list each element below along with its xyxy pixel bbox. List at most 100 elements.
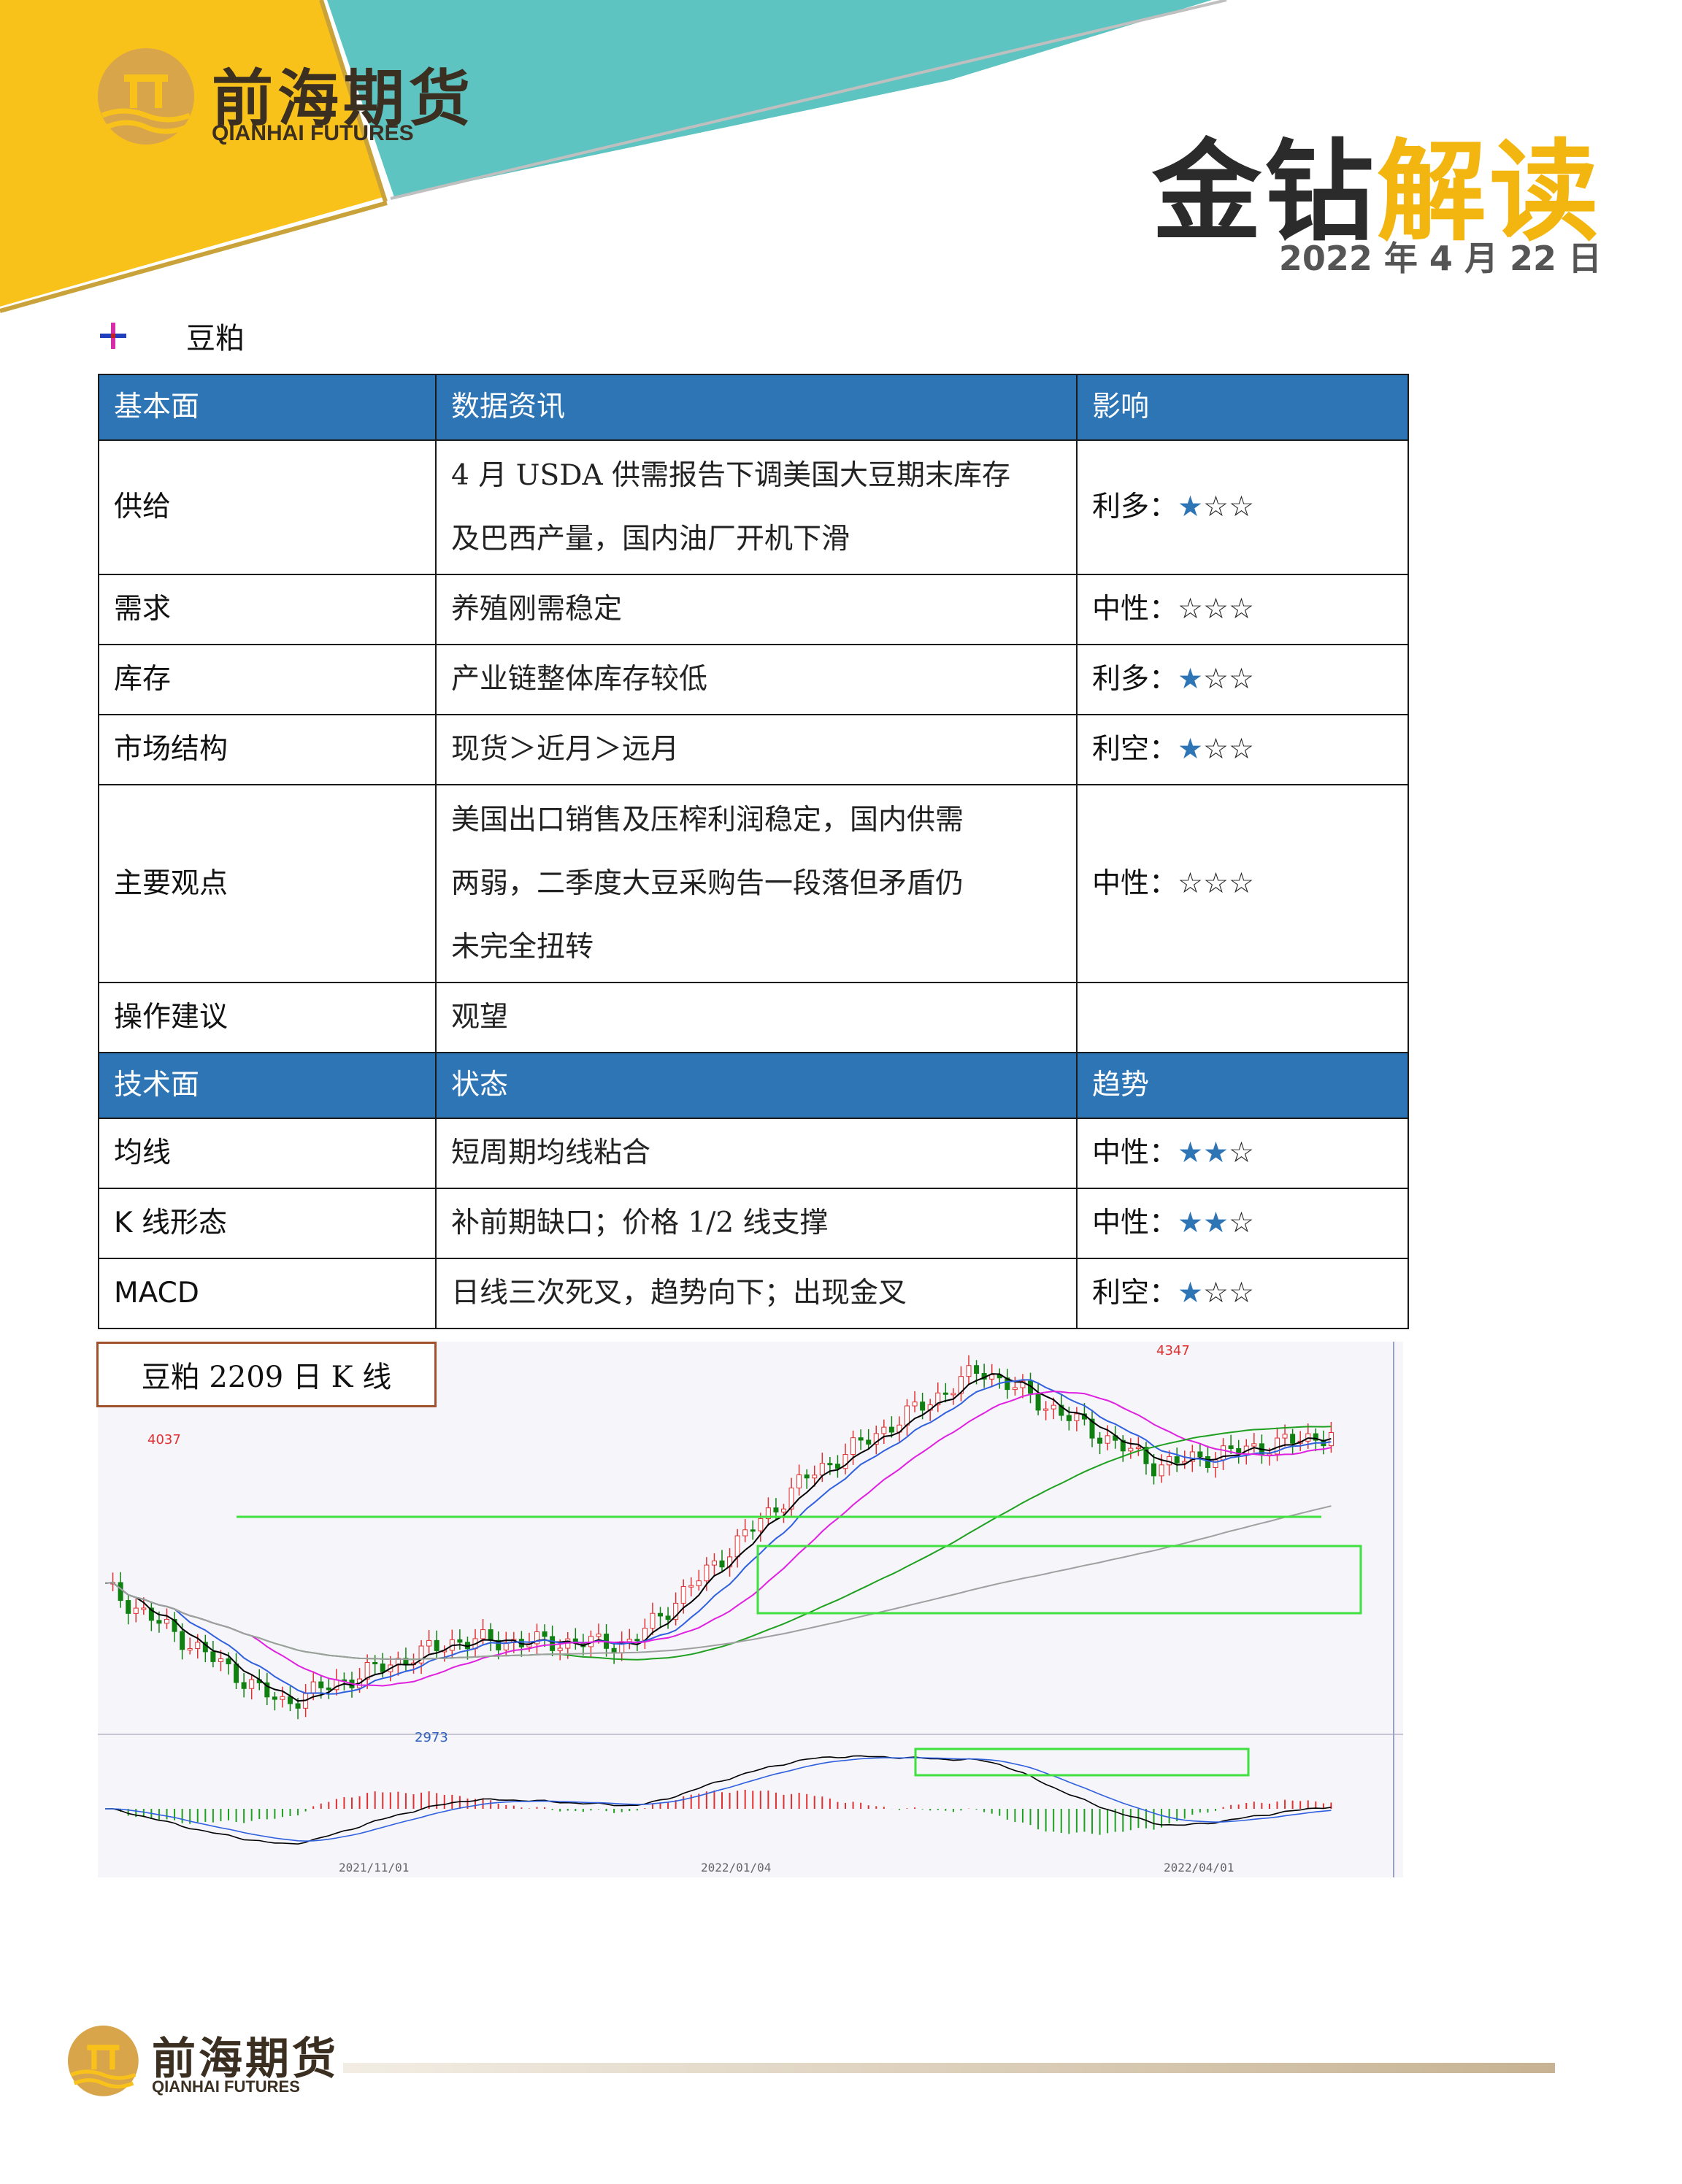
kline-chart: 4037 4347 2973 2021/11/01 2022/01/04 202…	[98, 1342, 1403, 1877]
candle-body	[905, 1405, 910, 1426]
table-row: 需求 养殖刚需稳定 中性：☆☆☆	[98, 574, 1409, 645]
candle-body	[711, 1560, 717, 1566]
row-info: 观望	[435, 982, 1078, 1053]
price-label-4037: 4037	[147, 1432, 181, 1447]
row-info: 产业链整体库存较低	[435, 644, 1078, 715]
date-tick: 2022/01/04	[701, 1861, 771, 1875]
chart-background	[98, 1342, 1403, 1877]
candle-body	[318, 1681, 324, 1688]
star-filled-icon: ★★	[1178, 1207, 1229, 1239]
candle-body	[750, 1529, 756, 1532]
candle-body	[457, 1639, 463, 1643]
star-filled-icon: ★	[1178, 1277, 1203, 1310]
date-tick: 2021/11/01	[339, 1861, 409, 1875]
candle-body	[942, 1392, 948, 1395]
impact-text: 中性：	[1092, 1207, 1178, 1239]
row-info-line: 未完全扭转	[451, 931, 594, 964]
footer-gradient-bar	[343, 2063, 1555, 2073]
footer-logo: 前海期货 QIANHAI FUTURES	[66, 2023, 343, 2104]
candle-body	[380, 1663, 385, 1672]
row-label: K 线形态	[98, 1188, 437, 1259]
candle-body	[310, 1681, 316, 1694]
price-label-4347: 4347	[1156, 1343, 1190, 1358]
header-cell: 影响	[1076, 374, 1409, 441]
candle-body	[187, 1647, 193, 1650]
star-empty-icon: ☆☆	[1202, 1277, 1254, 1310]
candle-body	[488, 1629, 494, 1641]
candle-body	[1043, 1408, 1049, 1411]
row-impact	[1076, 982, 1409, 1053]
row-info: 美国出口销售及压榨利润稳定，国内供需 两弱，二季度大豆采购告一段落但矛盾仍 未完全扭…	[435, 784, 1078, 983]
candle-body	[1228, 1445, 1234, 1449]
impact-text: 利多：	[1092, 491, 1178, 523]
candle-body	[1135, 1447, 1141, 1450]
date-tick: 2022/04/01	[1164, 1861, 1234, 1875]
candle-body	[966, 1365, 972, 1377]
candle-body	[974, 1365, 980, 1374]
logo-emblem-icon	[98, 48, 194, 145]
table-row: 市场结构 现货＞近月＞远月 利空：★☆☆	[98, 714, 1409, 785]
candle-body	[1282, 1434, 1288, 1439]
row-impact: 利空：★☆☆	[1076, 1258, 1409, 1329]
candle-body	[1151, 1463, 1156, 1477]
candle-body	[1074, 1413, 1080, 1421]
table-row: MACD 日线三次死叉，趋势向下；出现金叉 利空：★☆☆	[98, 1258, 1409, 1329]
row-label: 均线	[98, 1118, 437, 1189]
candle-body	[1213, 1459, 1218, 1468]
row-info: 养殖刚需稳定	[435, 574, 1078, 645]
candle-body	[280, 1696, 285, 1700]
row-info: 短周期均线粘合	[435, 1118, 1078, 1189]
row-impact: 中性：★★☆	[1076, 1118, 1409, 1189]
star-empty-icon: ☆☆☆	[1178, 593, 1254, 626]
header-cell: 趋势	[1076, 1052, 1409, 1119]
candle-body	[804, 1474, 810, 1479]
table-row: 库存 产业链整体库存较低 利多：★☆☆	[98, 644, 1409, 715]
candle-body	[951, 1393, 956, 1396]
row-info-line: 两弱，二季度大豆采购告一段落但矛盾仍	[451, 867, 964, 900]
candle-body	[773, 1507, 779, 1512]
candle-body	[434, 1639, 439, 1651]
analysis-table: 基本面 数据资讯 影响 供给 4 月 USDA 供需报告下调美国大豆期末库存 及巴…	[98, 374, 1409, 1329]
candle-body	[1197, 1451, 1203, 1457]
header-cell: 技术面	[98, 1052, 437, 1119]
row-impact: 中性：★★☆	[1076, 1188, 1409, 1259]
star-filled-icon: ★	[1178, 733, 1203, 766]
row-label: 操作建议	[98, 982, 437, 1053]
candle-body	[658, 1612, 663, 1617]
star-empty-icon: ☆	[1228, 1137, 1254, 1169]
row-impact: 利空：★☆☆	[1076, 714, 1409, 785]
row-info: 现货＞近月＞远月	[435, 714, 1078, 785]
star-empty-icon: ☆☆	[1202, 733, 1254, 766]
candle-body	[719, 1560, 725, 1568]
row-info: 补前期缺口；价格 1/2 线支撑	[435, 1188, 1078, 1259]
candle-body	[195, 1642, 201, 1649]
row-label: 需求	[98, 574, 437, 645]
candle-body	[1097, 1437, 1103, 1444]
candle-body	[634, 1639, 640, 1642]
candle-body	[249, 1679, 255, 1689]
row-info: 4 月 USDA 供需报告下调美国大豆期末库存 及巴西产量，国内油厂开机下滑	[435, 439, 1078, 575]
header-cell: 基本面	[98, 374, 437, 441]
candle-body	[1290, 1434, 1296, 1444]
candle-body	[133, 1607, 139, 1614]
footer-emblem-icon	[67, 2025, 139, 2096]
table-row: 操作建议 观望	[98, 982, 1409, 1053]
candle-body	[734, 1535, 740, 1558]
impact-text: 利多：	[1092, 663, 1178, 696]
table-row: 主要观点 美国出口销售及压榨利润稳定，国内供需 两弱，二季度大豆采购告一段落但矛盾…	[98, 784, 1409, 983]
row-label: 库存	[98, 644, 437, 715]
row-info: 日线三次死叉，趋势向下；出现金叉	[435, 1258, 1078, 1329]
candle-body	[704, 1564, 710, 1582]
candle-body	[180, 1631, 185, 1650]
impact-text: 中性：	[1092, 593, 1178, 626]
candle-body	[550, 1636, 556, 1651]
candle-body	[912, 1401, 918, 1407]
candle-body	[665, 1615, 671, 1620]
section-heading: 豆粕	[99, 314, 245, 358]
candle-body	[834, 1464, 840, 1469]
price-label-2973: 2973	[415, 1730, 448, 1745]
star-empty-icon: ☆	[1228, 1207, 1254, 1239]
row-impact: 利多：★☆☆	[1076, 644, 1409, 715]
impact-text: 利空：	[1092, 733, 1178, 766]
header-cell: 状态	[435, 1052, 1078, 1119]
